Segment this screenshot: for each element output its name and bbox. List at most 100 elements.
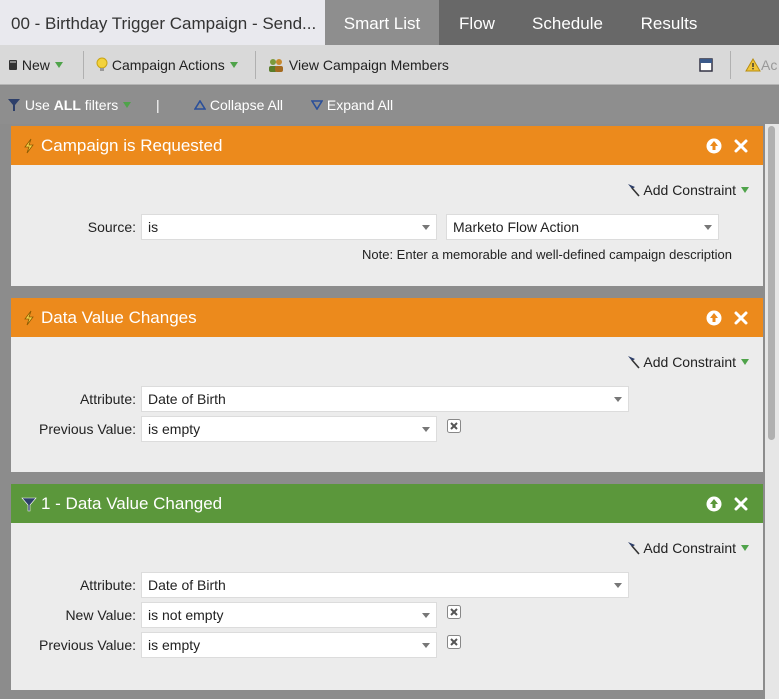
filter-card-data-value-changed: 1 - Data Value Changed Add Constraint At… bbox=[11, 484, 763, 690]
attribute-label: Attribute: bbox=[79, 577, 136, 593]
chevron-down-icon bbox=[123, 102, 132, 108]
chevron-down-icon bbox=[422, 225, 430, 230]
toolbar-divider bbox=[730, 51, 731, 79]
previous-value-label: Previous Value: bbox=[38, 637, 136, 653]
filter-funnel-icon bbox=[8, 99, 20, 111]
close-icon[interactable] bbox=[733, 310, 749, 326]
chevron-down-icon bbox=[422, 643, 430, 648]
filterbar-separator: | bbox=[156, 97, 160, 113]
tab-bar: 00 - Birthday Trigger Campaign - Send...… bbox=[0, 0, 779, 45]
attribute-value: Date of Birth bbox=[148, 577, 226, 593]
move-up-icon[interactable] bbox=[706, 310, 722, 326]
lightbulb-icon bbox=[96, 57, 108, 71]
new-value: is not empty bbox=[148, 607, 224, 623]
source-operator-select[interactable]: is bbox=[141, 214, 437, 240]
campaign-actions-label: Campaign Actions bbox=[111, 57, 225, 73]
remove-constraint-icon[interactable] bbox=[447, 419, 461, 433]
previous-value: is empty bbox=[148, 421, 201, 437]
tab-results[interactable]: Results bbox=[620, 0, 718, 45]
campaign-note: Note: Enter a memorable and well-defined… bbox=[362, 247, 732, 262]
expand-all-label: Expand All bbox=[326, 97, 394, 113]
previous-value: is empty bbox=[148, 637, 201, 653]
attribute-select[interactable]: Date of Birth bbox=[141, 572, 629, 598]
move-up-icon[interactable] bbox=[706, 138, 722, 154]
add-constraint-button[interactable]: Add Constraint bbox=[627, 540, 749, 556]
card-header: Data Value Changes bbox=[11, 298, 763, 337]
collapse-all-label: Collapse All bbox=[209, 97, 284, 113]
new-icon bbox=[9, 60, 17, 70]
activate-label: Ac bbox=[761, 57, 778, 73]
vertical-scrollbar[interactable] bbox=[765, 124, 779, 699]
chevron-down-icon bbox=[422, 613, 430, 618]
add-constraint-button[interactable]: Add Constraint bbox=[627, 182, 749, 198]
add-constraint-label: Add Constraint bbox=[643, 354, 736, 370]
previous-value-select[interactable]: is empty bbox=[141, 632, 437, 658]
close-icon[interactable] bbox=[733, 138, 749, 154]
use-all-filters-button[interactable]: Use ALL filters bbox=[7, 86, 132, 124]
chevron-down-icon bbox=[229, 62, 238, 68]
move-up-icon[interactable] bbox=[706, 496, 722, 512]
add-constraint-button[interactable]: Add Constraint bbox=[627, 354, 749, 370]
window-icon bbox=[699, 58, 713, 72]
close-icon[interactable] bbox=[733, 496, 749, 512]
members-icon bbox=[269, 59, 283, 72]
remove-constraint-icon[interactable] bbox=[447, 635, 461, 649]
expand-all-button[interactable]: Expand All bbox=[310, 86, 394, 124]
tab-flow[interactable]: Flow bbox=[439, 0, 515, 45]
card-header: Campaign is Requested bbox=[11, 126, 763, 165]
wand-icon bbox=[628, 356, 640, 369]
attribute-value: Date of Birth bbox=[148, 391, 226, 407]
source-operator-value: is bbox=[148, 219, 159, 235]
triangle-up-icon bbox=[193, 99, 207, 110]
chevron-down-icon bbox=[704, 225, 712, 230]
previous-value-select[interactable]: is empty bbox=[141, 416, 437, 442]
card-title: 1 - Data Value Changed bbox=[41, 494, 223, 513]
attribute-label: Attribute: bbox=[79, 391, 136, 407]
activate-button[interactable]: Ac bbox=[745, 45, 777, 85]
add-constraint-label: Add Constraint bbox=[643, 540, 736, 556]
campaign-title-tab[interactable]: 00 - Birthday Trigger Campaign - Send... bbox=[0, 0, 325, 45]
remove-constraint-icon[interactable] bbox=[447, 605, 461, 619]
chevron-down-icon bbox=[741, 359, 749, 365]
filter-funnel-icon bbox=[21, 497, 37, 512]
window-icon-button[interactable] bbox=[699, 45, 713, 85]
card-title: Campaign is Requested bbox=[41, 136, 223, 155]
chevron-down-icon bbox=[741, 187, 749, 193]
warning-icon bbox=[745, 58, 761, 72]
trigger-card-data-value-changes: Data Value Changes Add Constraint Attrib… bbox=[11, 298, 763, 472]
lightning-trigger-icon bbox=[24, 310, 34, 326]
new-label: New bbox=[21, 57, 50, 73]
view-members-label: View Campaign Members bbox=[288, 57, 449, 73]
new-value-select[interactable]: is not empty bbox=[141, 602, 437, 628]
filter-bar: Use ALL filters | Collapse All Expand Al… bbox=[0, 86, 779, 124]
tab-schedule[interactable]: Schedule bbox=[515, 0, 620, 45]
campaign-actions-button[interactable]: Campaign Actions bbox=[96, 45, 238, 85]
source-label: Source: bbox=[87, 219, 136, 235]
wand-icon bbox=[628, 184, 640, 197]
source-value-select[interactable]: Marketo Flow Action bbox=[446, 214, 719, 240]
toolbar-divider bbox=[83, 51, 84, 79]
previous-value-label: Previous Value: bbox=[38, 421, 136, 437]
use-all-text: ALL bbox=[53, 97, 81, 113]
attribute-select[interactable]: Date of Birth bbox=[141, 386, 629, 412]
chevron-down-icon bbox=[741, 545, 749, 551]
card-header: 1 - Data Value Changed bbox=[11, 484, 763, 523]
trigger-card-campaign-requested: Campaign is Requested Add Constraint Sou… bbox=[11, 126, 763, 286]
use-prefix: Use bbox=[24, 97, 50, 113]
scrollbar-thumb[interactable] bbox=[768, 126, 775, 440]
chevron-down-icon bbox=[614, 583, 622, 588]
collapse-all-button[interactable]: Collapse All bbox=[193, 86, 284, 124]
toolbar: New Campaign Actions View Campaign Membe… bbox=[0, 45, 779, 85]
tab-smart-list[interactable]: Smart List bbox=[325, 0, 439, 45]
new-menu-button[interactable]: New bbox=[8, 45, 63, 85]
new-value-label: New Value: bbox=[65, 607, 136, 623]
view-campaign-members-button[interactable]: View Campaign Members bbox=[267, 45, 449, 85]
triangle-down-icon bbox=[310, 100, 324, 111]
lightning-trigger-icon bbox=[24, 138, 34, 154]
add-constraint-label: Add Constraint bbox=[643, 182, 736, 198]
card-title: Data Value Changes bbox=[41, 308, 197, 327]
toolbar-divider bbox=[255, 51, 256, 79]
source-value: Marketo Flow Action bbox=[453, 219, 580, 235]
chevron-down-icon bbox=[614, 397, 622, 402]
wand-icon bbox=[628, 542, 640, 555]
